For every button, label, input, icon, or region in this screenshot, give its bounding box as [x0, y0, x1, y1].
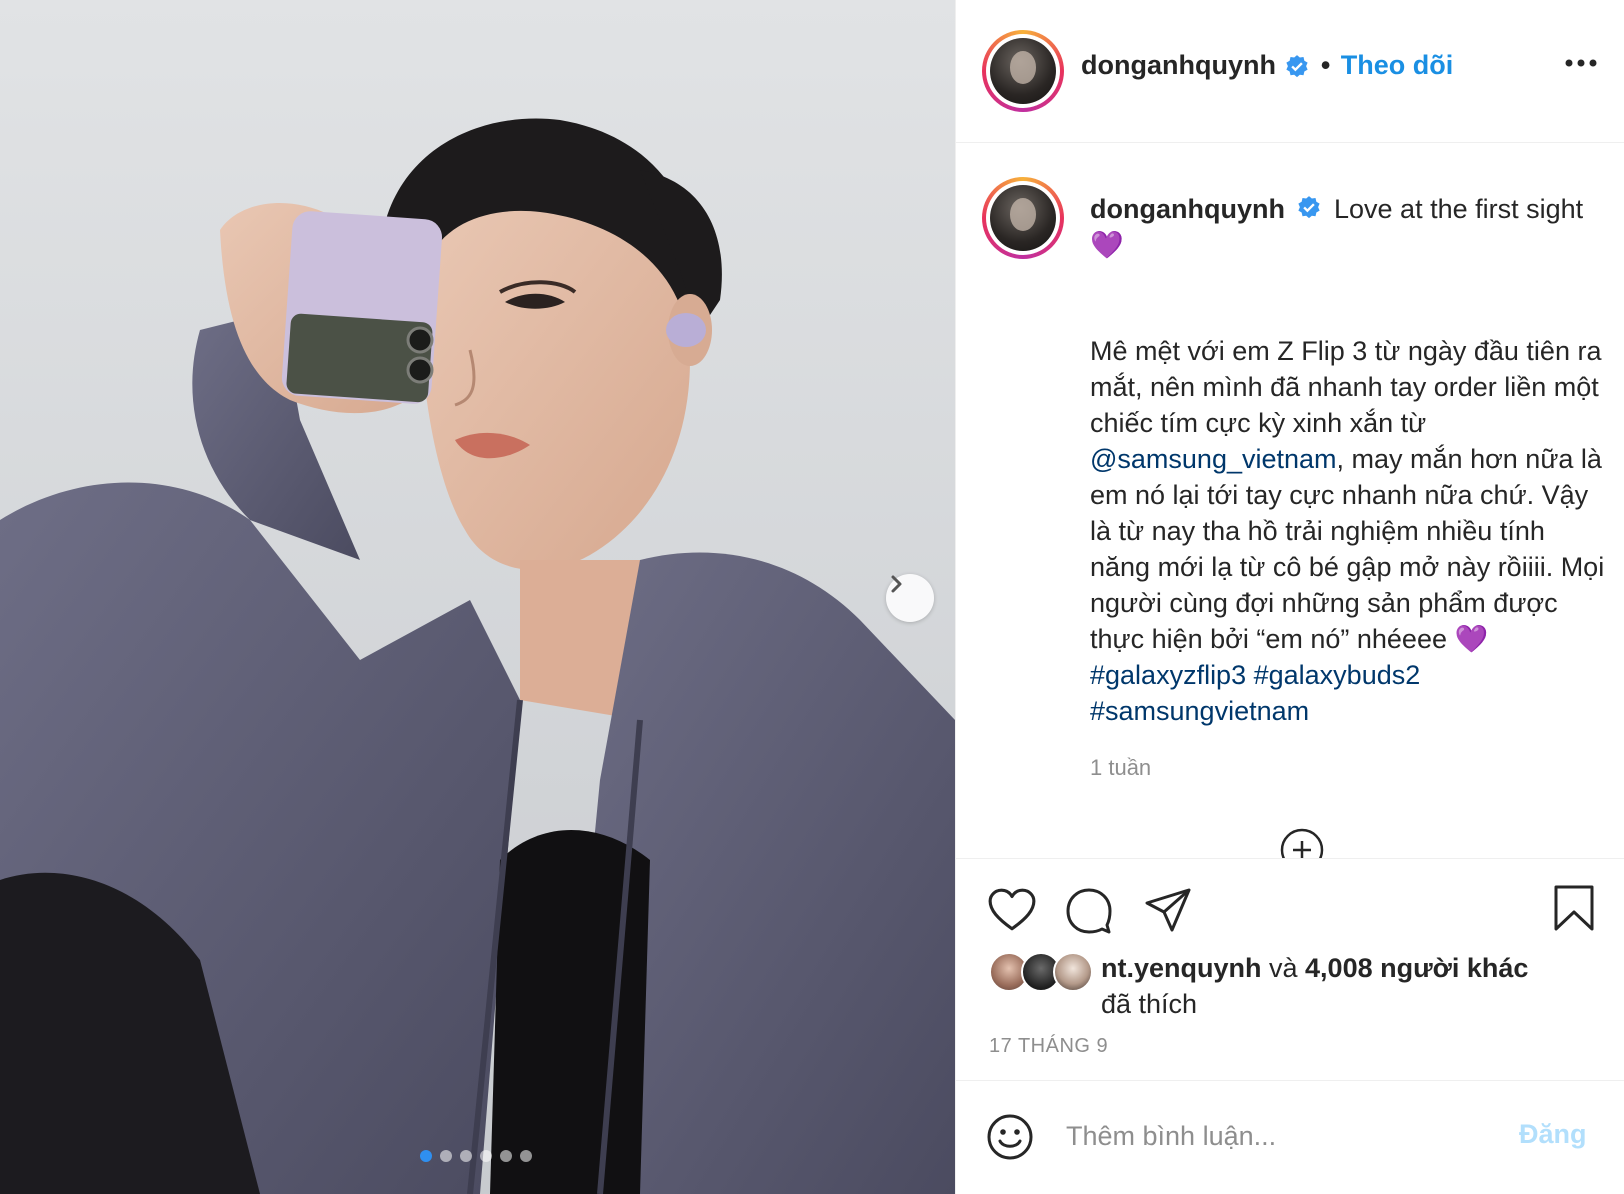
mention-link[interactable]: @samsung_vietnam: [1090, 444, 1337, 474]
post-photo[interactable]: [0, 0, 955, 1194]
caption-body-part-1: Mê mệt với em Z Flip 3 từ ngày đầu tiên …: [1090, 336, 1602, 438]
purple-heart-emoji: 💜: [1454, 624, 1489, 654]
caption-time[interactable]: 1 tuần: [1090, 755, 1151, 781]
likes-text: nt.yenquynh và 4,008 người khác đã thích: [1101, 950, 1601, 1022]
verified-icon: [1298, 195, 1321, 219]
share-icon[interactable]: [1144, 887, 1192, 933]
comment-bar: Đăng: [956, 1080, 1624, 1194]
likes-suffix: đã thích: [1101, 989, 1198, 1019]
header-user-line: donganhquynh • Theo dõi: [1081, 50, 1453, 81]
carousel-dot: [420, 1150, 432, 1162]
caption-author-avatar[interactable]: [982, 177, 1064, 259]
hashtag-link[interactable]: #galaxyzflip3: [1090, 660, 1246, 690]
comment-icon[interactable]: [1065, 887, 1113, 935]
caption-body: Mê mệt với em Z Flip 3 từ ngày đầu tiên …: [1090, 333, 1610, 729]
heart-icon[interactable]: [987, 887, 1037, 933]
likes-and: và: [1261, 953, 1306, 983]
follow-button[interactable]: Theo dõi: [1341, 50, 1453, 80]
more-options-icon[interactable]: [1564, 56, 1598, 70]
carousel-dot: [520, 1150, 532, 1162]
carousel-dot: [500, 1150, 512, 1162]
post-side-panel: donganhquynh • Theo dõi donganhquynh Lov…: [955, 0, 1624, 1194]
hashtag-link[interactable]: #galaxybuds2: [1254, 660, 1421, 690]
liker-avatars[interactable]: [989, 952, 1099, 992]
comment-input[interactable]: [1066, 1111, 1486, 1161]
caption-username[interactable]: donganhquynh: [1090, 194, 1285, 224]
photo-illustration: [0, 0, 955, 1194]
purple-heart-emoji: 💜: [1090, 230, 1124, 260]
caption-heading: donganhquynh Love at the first sight 💜: [1090, 191, 1610, 263]
header-separator: •: [1320, 50, 1331, 80]
bookmark-icon[interactable]: [1553, 884, 1595, 932]
likes-count[interactable]: 4,008 người khác: [1305, 953, 1528, 983]
caption-body-part-2: , may mắn hơn nữa là em nó lại tới tay c…: [1090, 444, 1605, 654]
emoji-icon[interactable]: [986, 1113, 1034, 1161]
caption-first-line: Love at the first sight: [1334, 194, 1584, 224]
caption-section: donganhquynh Love at the first sight 💜 M…: [956, 143, 1624, 858]
verified-icon: [1286, 54, 1309, 77]
next-slide-button[interactable]: [886, 574, 934, 622]
author-username[interactable]: donganhquynh: [1081, 50, 1276, 80]
avatar: [1053, 952, 1093, 992]
post-header: donganhquynh • Theo dõi: [956, 0, 1624, 143]
author-avatar[interactable]: [982, 30, 1064, 112]
liker-username[interactable]: nt.yenquynh: [1101, 953, 1262, 983]
carousel-dot: [480, 1150, 492, 1162]
hashtag-link[interactable]: #samsungvietnam: [1090, 696, 1309, 726]
carousel-dot: [440, 1150, 452, 1162]
post-date[interactable]: 17 THÁNG 9: [989, 1035, 1108, 1058]
carousel-indicator: [420, 1150, 532, 1162]
post-actions: nt.yenquynh và 4,008 người khác đã thích…: [956, 858, 1624, 1080]
carousel-dot: [460, 1150, 472, 1162]
post-comment-button[interactable]: Đăng: [1519, 1119, 1587, 1150]
load-more-icon[interactable]: [1279, 827, 1325, 858]
next-arrow-icon: [891, 575, 902, 593]
